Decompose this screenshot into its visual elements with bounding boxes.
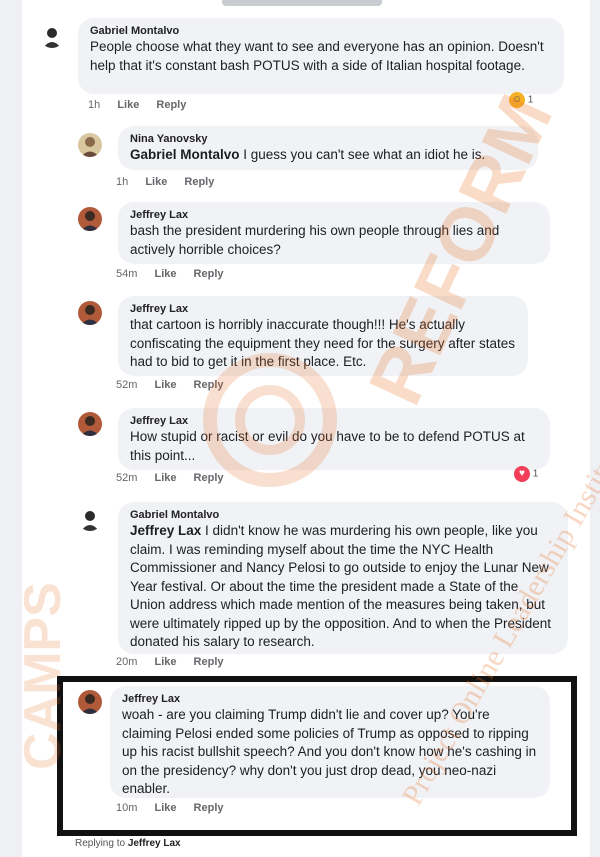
comment-actions: 1h Like Reply — [116, 176, 228, 188]
reaction-count: 1 — [527, 94, 534, 106]
reaction-count: 1 — [532, 468, 539, 480]
avatar[interactable] — [78, 507, 102, 531]
comment-text: People choose what they want to see and … — [90, 39, 544, 73]
comment-bubble: Jeffrey Lax How stupid or racist or evil… — [118, 408, 550, 470]
comment-body: I didn't know he was murdering his own p… — [130, 523, 552, 649]
avatar[interactable] — [78, 412, 102, 436]
comment-bubble: Jeffrey Lax bash the president murdering… — [118, 202, 550, 264]
love-icon: ♥ — [514, 466, 530, 482]
replying-name[interactable]: Jeffrey Lax — [128, 838, 181, 849]
comment-author[interactable]: Gabriel Montalvo — [130, 508, 556, 522]
avatar[interactable] — [78, 133, 102, 157]
comment-author[interactable]: Jeffrey Lax — [130, 302, 516, 316]
comment-time[interactable]: 52m — [116, 472, 137, 484]
replying-indicator: Replying to Jeffrey Lax — [75, 838, 181, 849]
avatar[interactable] — [78, 207, 102, 231]
like-button[interactable]: Like — [117, 99, 139, 111]
comment-body: I guess you can't see what an idiot he i… — [239, 147, 486, 162]
top-scroll-edge — [222, 0, 382, 6]
comment-time[interactable]: 1h — [88, 99, 100, 111]
like-button[interactable]: Like — [145, 176, 167, 188]
highlight-frame — [57, 676, 577, 836]
haha-icon: ☺ — [509, 92, 525, 108]
comment-actions: 20m Like Reply — [116, 656, 238, 668]
comment-bubble: Nina Yanovsky Gabriel Montalvo I guess y… — [118, 126, 538, 170]
like-button[interactable]: Like — [154, 472, 176, 484]
comment-text: How stupid or racist or evil do you have… — [130, 429, 525, 463]
comment-time[interactable]: 54m — [116, 268, 137, 280]
like-button[interactable]: Like — [154, 656, 176, 668]
comment-author[interactable]: Gabriel Montalvo — [90, 24, 552, 38]
comment-time[interactable]: 20m — [116, 656, 137, 668]
reply-button[interactable]: Reply — [194, 472, 224, 484]
comment-actions: 52m Like Reply — [116, 379, 238, 391]
reply-button[interactable]: Reply — [194, 268, 224, 280]
comment-text: Gabriel Montalvo I guess you can't see w… — [130, 146, 526, 165]
comment-text: that cartoon is horribly inaccurate thou… — [130, 317, 515, 369]
avatar[interactable] — [78, 301, 102, 325]
comment-actions: 52m Like Reply — [116, 472, 238, 484]
reaction-badge[interactable]: ♥ 1 — [514, 466, 538, 482]
reply-button[interactable]: Reply — [194, 656, 224, 668]
comment-author[interactable]: Nina Yanovsky — [130, 132, 526, 146]
comment-time[interactable]: 52m — [116, 379, 137, 391]
comment-text: bash the president murdering his own peo… — [130, 223, 500, 257]
avatar[interactable] — [40, 24, 64, 48]
comment-actions: 1h Like Reply — [88, 99, 200, 111]
comment-author[interactable]: Jeffrey Lax — [130, 208, 538, 222]
comment-actions: 54m Like Reply — [116, 268, 238, 280]
comment-bubble: Gabriel Montalvo Jeffrey Lax I didn't kn… — [118, 502, 568, 654]
mention-link[interactable]: Jeffrey Lax — [130, 523, 201, 538]
like-button[interactable]: Like — [154, 379, 176, 391]
reply-button[interactable]: Reply — [194, 379, 224, 391]
replying-prefix: Replying to — [75, 838, 128, 849]
reaction-badge[interactable]: ☺ 1 — [509, 92, 533, 108]
reply-button[interactable]: Reply — [184, 176, 214, 188]
comment-bubble: Jeffrey Lax that cartoon is horribly ina… — [118, 296, 528, 376]
comment-bubble: Gabriel Montalvo People choose what they… — [78, 18, 564, 94]
reply-button[interactable]: Reply — [156, 99, 186, 111]
comment-author[interactable]: Jeffrey Lax — [130, 414, 538, 428]
mention-link[interactable]: Gabriel Montalvo — [130, 147, 240, 162]
comment-text: Jeffrey Lax I didn't know he was murderi… — [130, 522, 556, 652]
like-button[interactable]: Like — [154, 268, 176, 280]
comment-time[interactable]: 1h — [116, 176, 128, 188]
